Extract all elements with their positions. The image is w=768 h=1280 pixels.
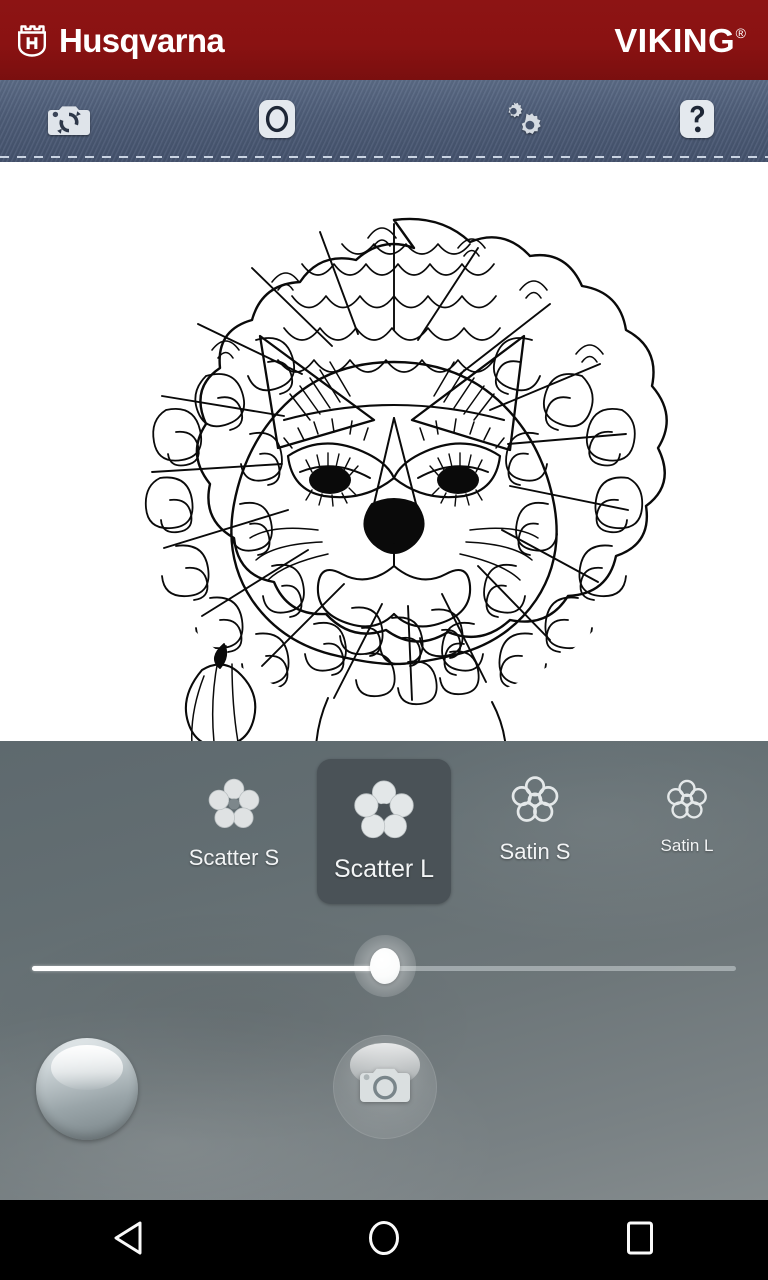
viking-logo-group: VIKING ® bbox=[614, 24, 746, 57]
husqvarna-wordmark: Husqvarna bbox=[59, 21, 225, 59]
stitch-style-selector: Scatter S Scatter L Satin S Satin L bbox=[0, 759, 768, 911]
flower-filled-icon bbox=[205, 775, 263, 838]
camera-switch-icon bbox=[47, 99, 91, 144]
viking-wordmark: VIKING bbox=[613, 21, 735, 59]
app-toolbar bbox=[0, 80, 768, 162]
registered-trademark-icon: ® bbox=[735, 24, 746, 41]
question-mark-icon bbox=[677, 99, 717, 144]
stitch-option-satin-s[interactable]: Satin S bbox=[476, 759, 594, 877]
nav-back-button[interactable] bbox=[68, 1200, 188, 1280]
stitch-option-label: Satin L bbox=[660, 836, 714, 855]
home-circle-icon bbox=[366, 1218, 402, 1263]
stitch-option-scatter-l[interactable]: Scatter L bbox=[317, 759, 451, 904]
husqvarna-crown-shield-icon bbox=[14, 20, 50, 60]
lion-face-line-art bbox=[106, 204, 682, 741]
stitch-option-label: Satin S bbox=[499, 839, 571, 864]
density-slider[interactable] bbox=[0, 935, 768, 999]
stitch-option-satin-l[interactable]: Satin L bbox=[640, 759, 734, 868]
back-triangle-icon bbox=[110, 1219, 146, 1262]
flower-outline-icon bbox=[664, 777, 710, 828]
slider-track-filled bbox=[32, 966, 384, 971]
recents-square-icon bbox=[623, 1219, 657, 1262]
stitch-option-scatter-s[interactable]: Scatter S bbox=[170, 759, 298, 883]
app-root: Husqvarna VIKING ® Scatter S Scatter L S… bbox=[0, 0, 768, 1280]
toolbar-button-capture-mode[interactable] bbox=[138, 80, 416, 162]
circle-capture-icon bbox=[257, 99, 297, 144]
gears-icon bbox=[498, 98, 544, 145]
capture-photo-button[interactable] bbox=[333, 1035, 437, 1139]
flower-outline-icon bbox=[508, 773, 562, 832]
husqvarna-logo-group: Husqvarna bbox=[14, 20, 225, 60]
toolbar-button-settings[interactable] bbox=[416, 80, 626, 162]
camera-icon bbox=[359, 1064, 411, 1111]
slider-thumb[interactable] bbox=[354, 935, 416, 997]
color-swatch-button[interactable] bbox=[36, 1038, 138, 1140]
artwork-canvas[interactable] bbox=[0, 162, 768, 741]
android-navigation-bar bbox=[0, 1200, 768, 1280]
stitch-option-label: Scatter S bbox=[188, 845, 280, 870]
stitch-option-label: Scatter L bbox=[333, 855, 435, 883]
brand-header: Husqvarna VIKING ® bbox=[0, 0, 768, 80]
nav-recents-button[interactable] bbox=[580, 1200, 700, 1280]
toolbar-button-help[interactable] bbox=[626, 80, 768, 162]
flower-filled-icon bbox=[351, 777, 417, 848]
nav-home-button[interactable] bbox=[324, 1200, 444, 1280]
toolbar-button-switch-camera[interactable] bbox=[0, 80, 138, 162]
